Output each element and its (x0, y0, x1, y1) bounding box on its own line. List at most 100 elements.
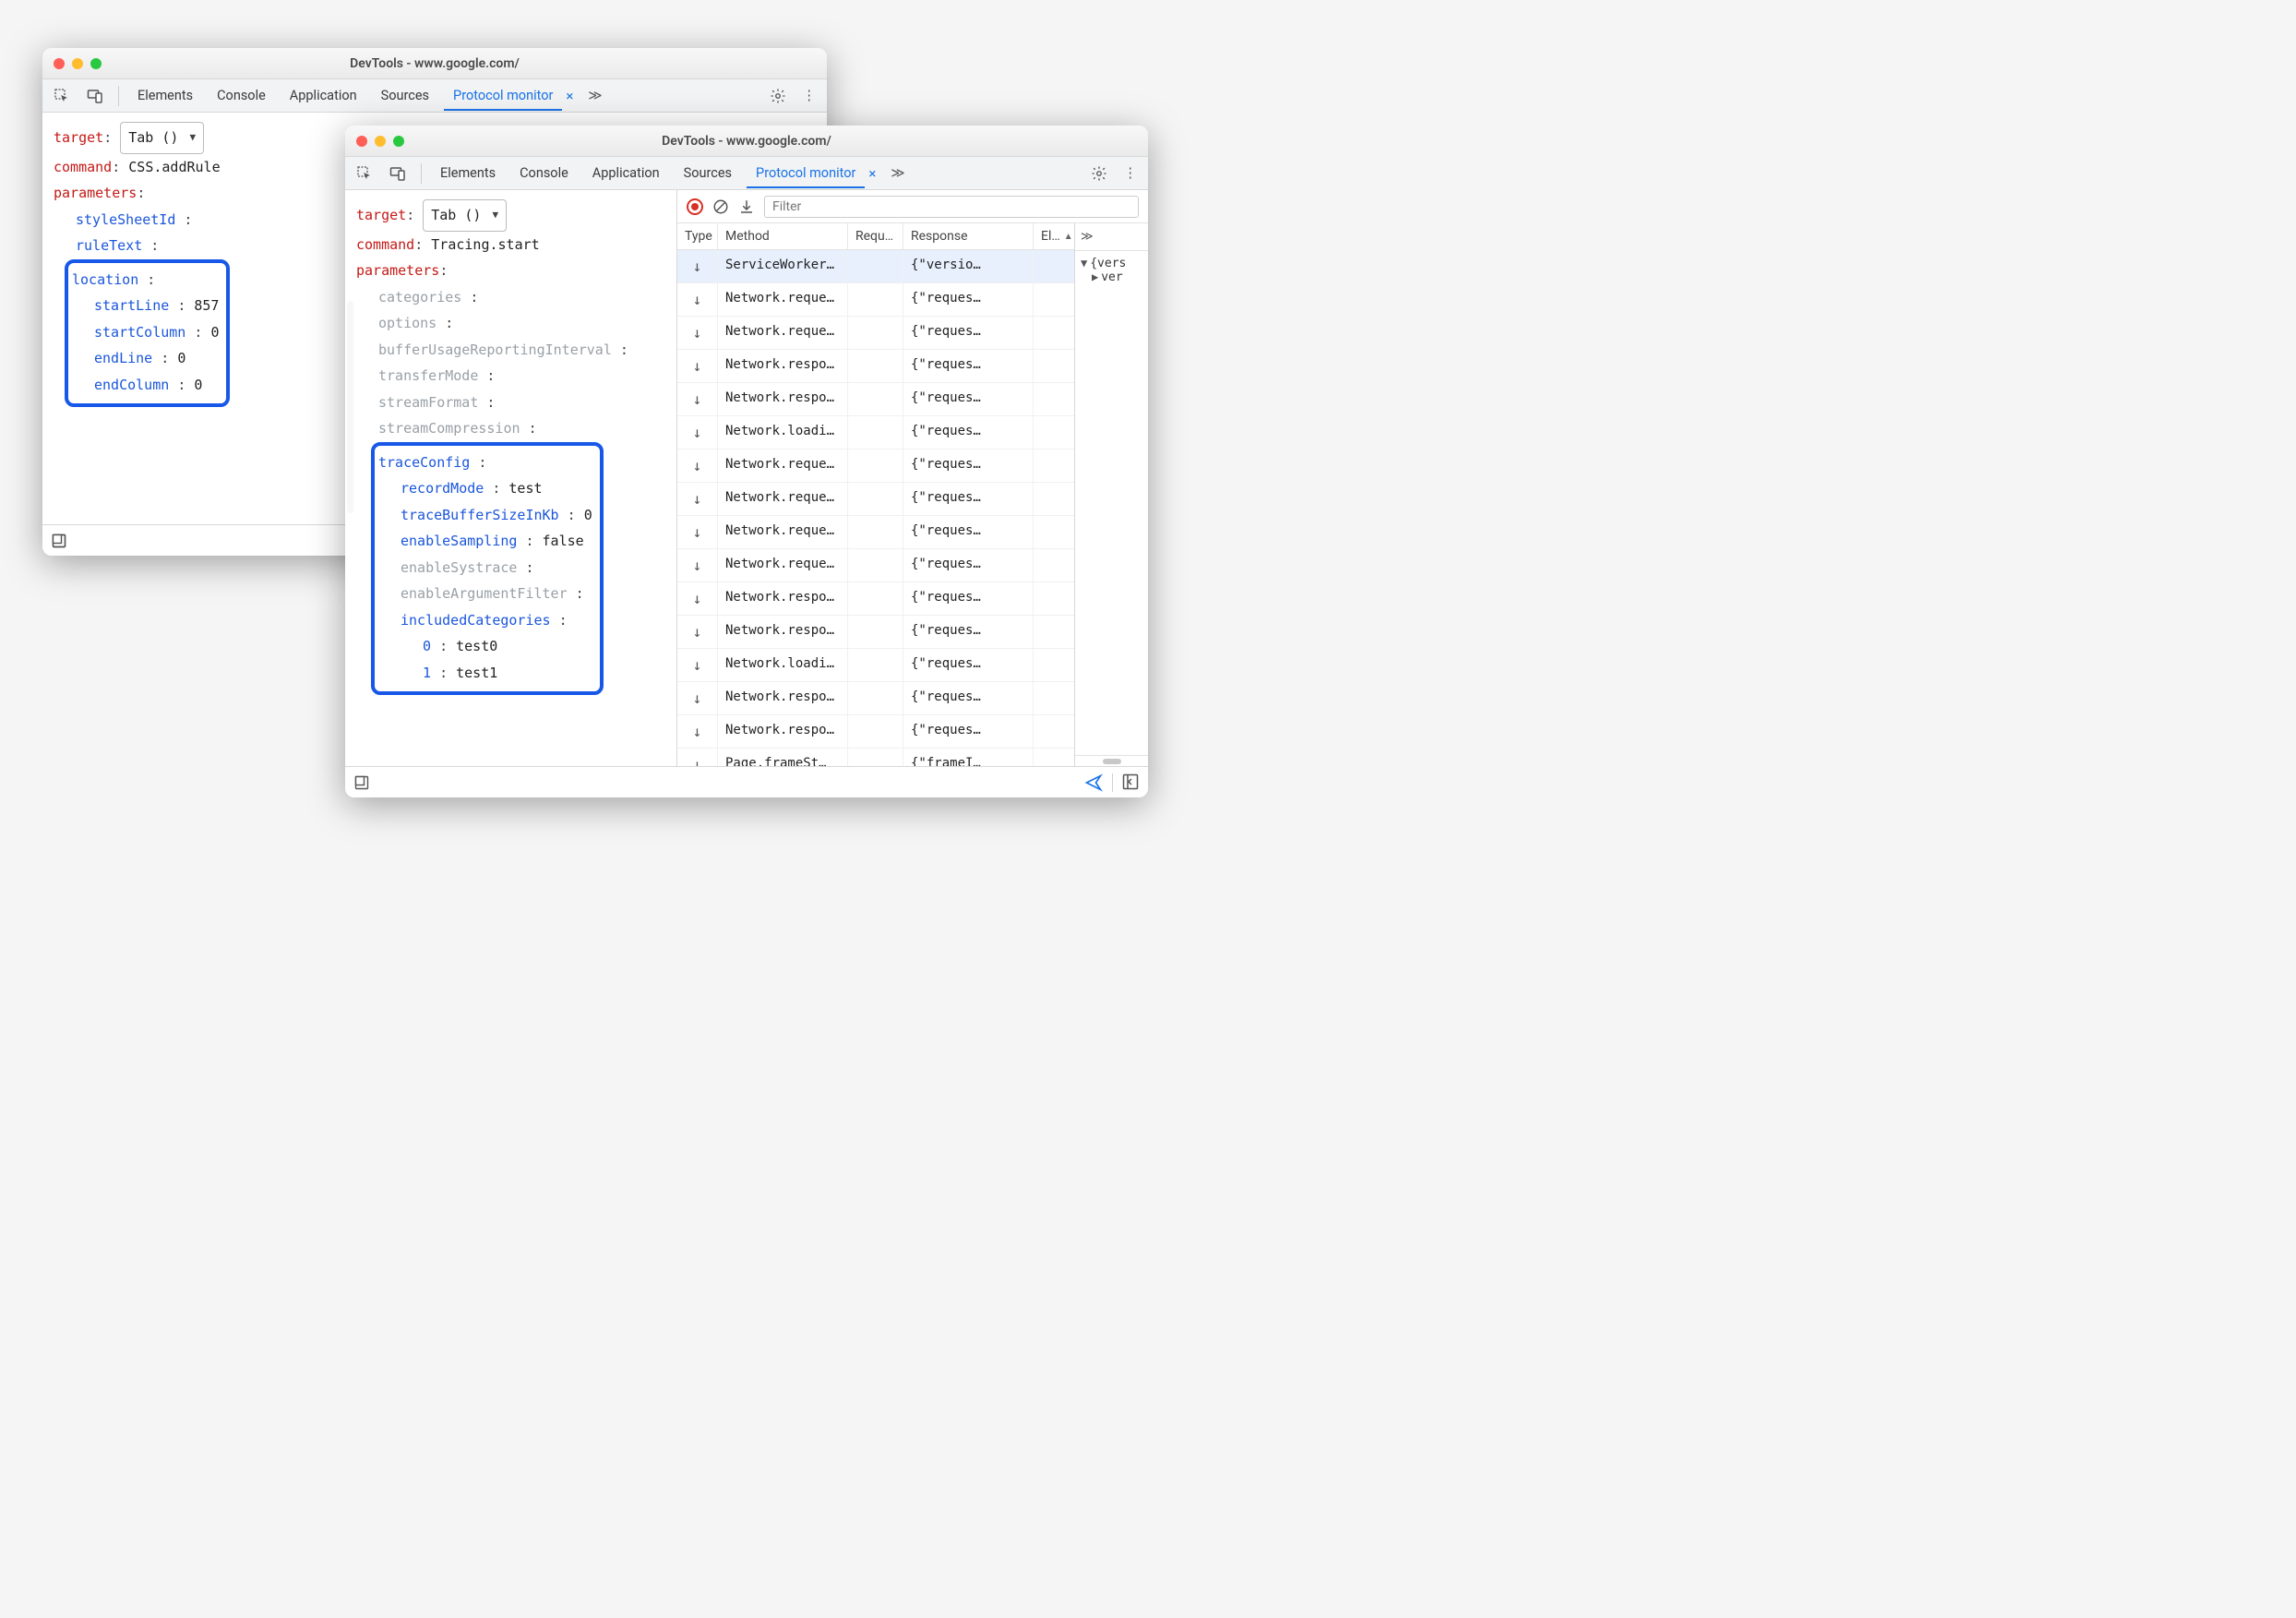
table-row[interactable]: ↓ Network.reque… {"reques… (677, 283, 1074, 317)
param-key[interactable]: enableSystrace (401, 559, 517, 576)
tab-sources[interactable]: Sources (675, 158, 741, 188)
table-row[interactable]: ↓ Network.reque… {"reques… (677, 449, 1074, 483)
close-tab-icon[interactable]: × (562, 84, 577, 108)
tab-protocol-monitor[interactable]: Protocol monitor (747, 158, 865, 188)
col-response[interactable]: Response (903, 223, 1034, 249)
cell-response: {"reques… (903, 582, 1034, 616)
device-toggle-icon[interactable] (81, 84, 109, 108)
param-value[interactable]: false (543, 533, 584, 549)
col-request[interactable]: Requ… (848, 223, 903, 249)
param-key[interactable]: location (72, 271, 138, 288)
inspect-icon[interactable] (351, 162, 378, 186)
tab-application[interactable]: Application (583, 158, 669, 188)
param-key[interactable]: enableArgumentFilter (401, 585, 568, 602)
param-key[interactable]: streamFormat (378, 394, 478, 411)
param-key[interactable]: streamCompression (378, 420, 520, 437)
col-method[interactable]: Method (718, 223, 848, 249)
param-key[interactable]: endLine (94, 350, 152, 366)
param-value[interactable]: 857 (194, 297, 219, 314)
param-value[interactable]: test1 (456, 665, 497, 681)
param-key[interactable]: styleSheetId (76, 211, 175, 228)
param-key[interactable]: options (378, 315, 436, 331)
param-key[interactable]: categories (378, 289, 461, 306)
table-row[interactable]: ↓ Network.loadi… {"reques… (677, 416, 1074, 449)
param-key[interactable]: traceConfig (378, 454, 470, 471)
target-select[interactable]: Tab () ▼ (423, 199, 507, 232)
param-key[interactable]: transferMode (378, 367, 478, 384)
param-key[interactable]: endColumn (94, 377, 169, 393)
maximize-window-icon[interactable] (393, 136, 404, 147)
param-key[interactable]: traceBufferSizeInKb (401, 507, 559, 523)
close-window-icon[interactable] (54, 58, 65, 69)
scrollbar[interactable] (347, 301, 353, 513)
table-row[interactable]: ↓ Network.reque… {"reques… (677, 317, 1074, 350)
tab-sources[interactable]: Sources (372, 80, 438, 111)
clear-icon[interactable] (712, 198, 729, 215)
param-value[interactable]: test0 (456, 638, 497, 654)
messages-table[interactable]: Type Method Requ… Response El…▲ ↓ Servic… (677, 223, 1074, 766)
table-row[interactable]: ↓ Network.loadi… {"reques… (677, 649, 1074, 682)
toggle-sidebar-icon[interactable] (1122, 773, 1139, 792)
table-row[interactable]: ↓ Page.frameSt… {"frameI… (677, 749, 1074, 766)
param-key[interactable]: 1 (423, 665, 431, 681)
param-key[interactable]: startColumn (94, 324, 185, 341)
table-row[interactable]: ↓ ServiceWorker… {"versio… (677, 250, 1074, 283)
more-columns-icon[interactable]: ≫ (1081, 230, 1094, 244)
col-type[interactable]: Type (677, 223, 718, 249)
settings-icon[interactable] (1085, 162, 1113, 186)
param-value[interactable]: test (508, 480, 542, 497)
tab-protocol-monitor[interactable]: Protocol monitor (444, 80, 562, 111)
tree-node[interactable]: ▶ver (1079, 270, 1144, 284)
param-value[interactable]: 0 (194, 377, 202, 393)
tree-node[interactable]: ▼{vers (1079, 257, 1144, 270)
inspect-icon[interactable] (48, 84, 76, 108)
param-key[interactable]: startLine (94, 297, 169, 314)
table-row[interactable]: ↓ Network.respo… {"reques… (677, 616, 1074, 649)
param-key[interactable]: bufferUsageReportingInterval (378, 342, 612, 358)
filter-input[interactable]: Filter (764, 196, 1139, 218)
close-window-icon[interactable] (356, 136, 367, 147)
param-value[interactable]: 0 (177, 350, 185, 366)
tab-application[interactable]: Application (281, 80, 366, 111)
minimize-window-icon[interactable] (72, 58, 83, 69)
arrow-down-icon: ↓ (677, 449, 718, 483)
table-row[interactable]: ↓ Network.respo… {"reques… (677, 682, 1074, 715)
tab-elements[interactable]: Elements (431, 158, 505, 188)
param-key[interactable]: ruleText (76, 237, 142, 254)
more-tabs-icon[interactable]: ≫ (582, 84, 607, 107)
param-key[interactable]: enableSampling (401, 533, 517, 549)
command-value[interactable]: Tracing.start (431, 236, 539, 253)
table-row[interactable]: ↓ Network.reque… {"reques… (677, 549, 1074, 582)
target-select[interactable]: Tab () ▼ (120, 122, 204, 154)
param-value[interactable]: 0 (584, 507, 592, 523)
record-icon[interactable] (687, 198, 703, 215)
dock-side-icon[interactable] (52, 533, 66, 548)
param-key[interactable]: includedCategories (401, 612, 551, 629)
tab-elements[interactable]: Elements (128, 80, 202, 111)
table-row[interactable]: ↓ Network.respo… {"reques… (677, 582, 1074, 616)
maximize-window-icon[interactable] (90, 58, 102, 69)
table-row[interactable]: ↓ Network.respo… {"reques… (677, 383, 1074, 416)
table-row[interactable]: ↓ Network.reque… {"reques… (677, 516, 1074, 549)
param-key[interactable]: 0 (423, 638, 431, 654)
kebab-menu-icon[interactable]: ⋮ (1118, 162, 1143, 185)
tab-console[interactable]: Console (208, 80, 275, 111)
minimize-window-icon[interactable] (375, 136, 386, 147)
settings-icon[interactable] (764, 84, 792, 108)
col-elapsed[interactable]: El…▲ (1034, 223, 1074, 249)
param-value[interactable]: 0 (210, 324, 219, 341)
table-row[interactable]: ↓ Network.reque… {"reques… (677, 483, 1074, 516)
dock-side-icon[interactable] (354, 775, 369, 790)
tab-console[interactable]: Console (510, 158, 578, 188)
table-row[interactable]: ↓ Network.respo… {"reques… (677, 350, 1074, 383)
param-key[interactable]: recordMode (401, 480, 484, 497)
send-icon[interactable] (1084, 773, 1103, 792)
close-tab-icon[interactable]: × (865, 162, 879, 186)
device-toggle-icon[interactable] (384, 162, 412, 186)
download-icon[interactable] (738, 198, 755, 215)
more-tabs-icon[interactable]: ≫ (885, 162, 910, 185)
scrollbar[interactable] (1103, 759, 1121, 764)
command-value[interactable]: CSS.addRule (128, 159, 220, 175)
table-row[interactable]: ↓ Network.respo… {"reques… (677, 715, 1074, 749)
kebab-menu-icon[interactable]: ⋮ (797, 84, 822, 107)
